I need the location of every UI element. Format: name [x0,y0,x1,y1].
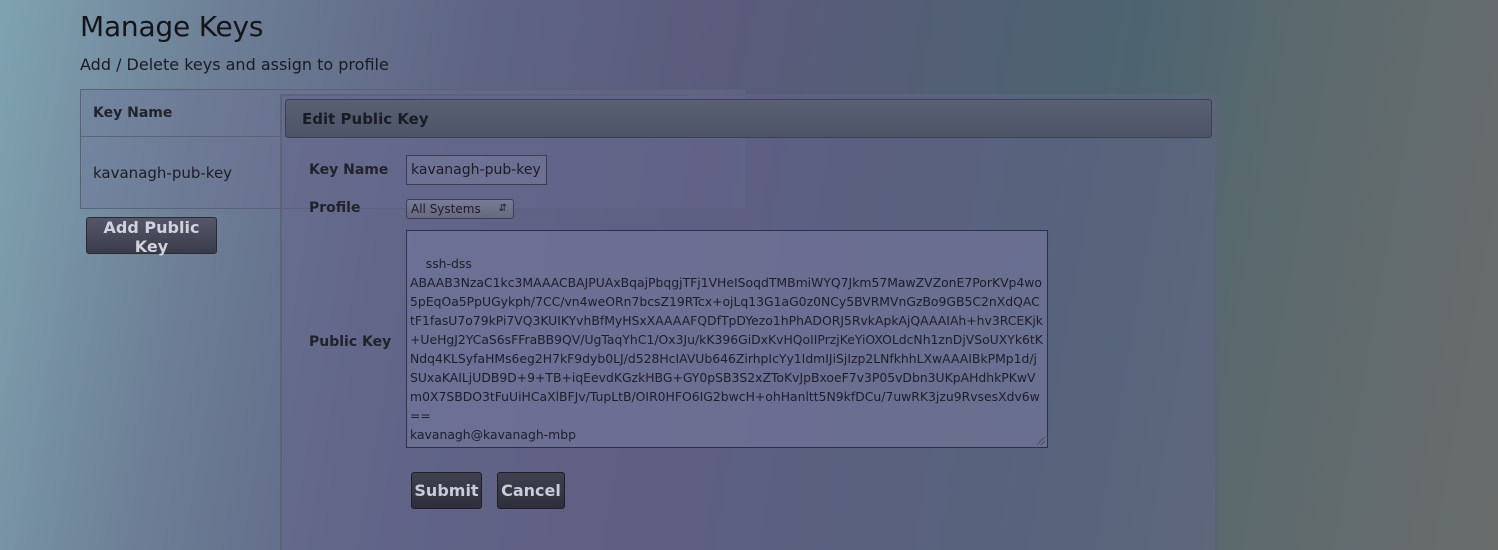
public-key-textarea[interactable]: ssh-dss ABAAB3NzaC1kc3MAAACBAJPUAxBqajPb… [406,230,1048,448]
key-name-label: Key Name [309,162,389,178]
key-name-input[interactable] [406,155,547,185]
edit-public-key-modal: Edit Public Key Key Name Profile All Sys… [280,94,1217,550]
profile-label: Profile [309,200,361,216]
profile-selected-value: All Systems [411,202,481,216]
public-key-label: Public Key [309,334,392,350]
page-subtitle: Add / Delete keys and assign to profile [80,55,389,74]
public-key-text: ssh-dss ABAAB3NzaC1kc3MAAACBAJPUAxBqajPb… [410,256,1043,442]
resize-grip-icon[interactable] [1037,437,1045,445]
modal-title: Edit Public Key [302,110,429,128]
modal-header: Edit Public Key [285,99,1212,138]
cancel-button[interactable]: Cancel [497,472,565,509]
submit-button[interactable]: Submit [411,472,482,509]
select-arrows-icon: ⇵ [498,203,507,214]
profile-select[interactable]: All Systems ⇵ [406,199,514,219]
page-title: Manage Keys [80,10,264,43]
add-public-key-button[interactable]: Add Public Key [86,217,217,256]
